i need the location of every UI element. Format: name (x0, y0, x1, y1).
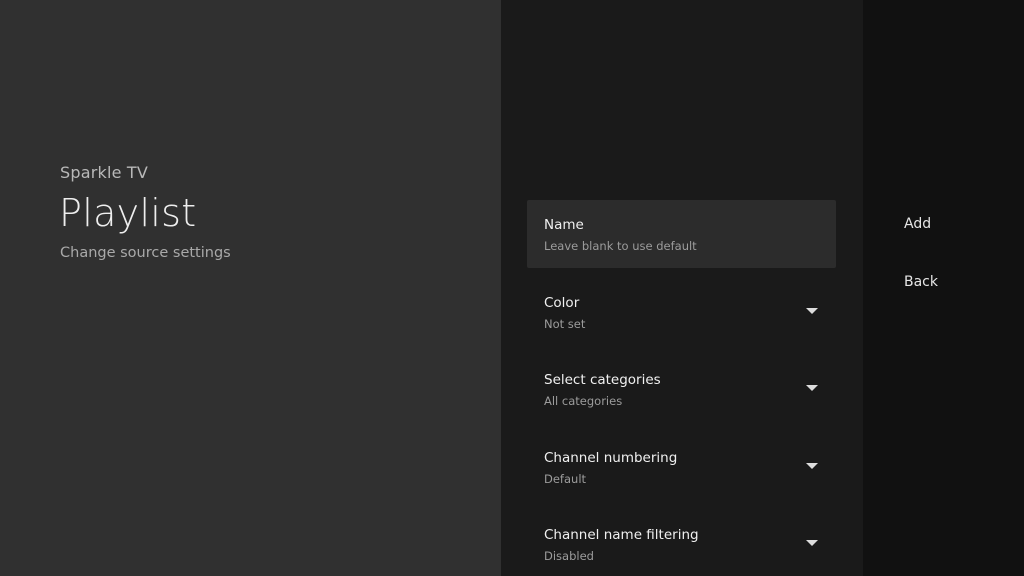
dropdown-arrow-icon (806, 540, 818, 546)
page-subtitle: Change source settings (60, 245, 231, 261)
setting-value: Leave blank to use default (544, 239, 697, 253)
add-button[interactable]: Add (904, 216, 931, 232)
setting-title: Channel numbering (544, 449, 678, 466)
app-name: Sparkle TV (60, 163, 149, 182)
setting-color[interactable]: Color Not set (527, 278, 836, 346)
settings-panel: Name Leave blank to use default Color No… (501, 0, 863, 576)
setting-channel-name-filtering[interactable]: Channel name filtering Disabled (527, 510, 836, 576)
setting-title: Name (544, 217, 584, 233)
page-title: Playlist (59, 191, 197, 235)
setting-title: Color (544, 294, 580, 311)
back-button[interactable]: Back (904, 274, 938, 290)
setting-title: Select categories (544, 372, 661, 388)
setting-value: Not set (544, 316, 586, 331)
settings-list: Name Leave blank to use default Color No… (527, 200, 836, 576)
guidance-panel: Sparkle TV Playlist Change source settin… (0, 0, 501, 576)
setting-channel-numbering[interactable]: Channel numbering Default (527, 433, 836, 501)
setting-value: All categories (544, 394, 623, 408)
setting-value: Default (544, 471, 587, 486)
setting-value: Disabled (544, 549, 594, 563)
screen: Sparkle TV Playlist Change source settin… (0, 0, 1024, 576)
setting-title: Channel name filtering (544, 527, 699, 543)
setting-name[interactable]: Name Leave blank to use default (527, 200, 836, 268)
setting-select-categories[interactable]: Select categories All categories (527, 355, 836, 423)
dropdown-arrow-icon (806, 307, 818, 314)
actions-panel: Add Back (863, 0, 1024, 576)
dropdown-arrow-icon (806, 385, 818, 391)
dropdown-arrow-icon (806, 462, 818, 469)
